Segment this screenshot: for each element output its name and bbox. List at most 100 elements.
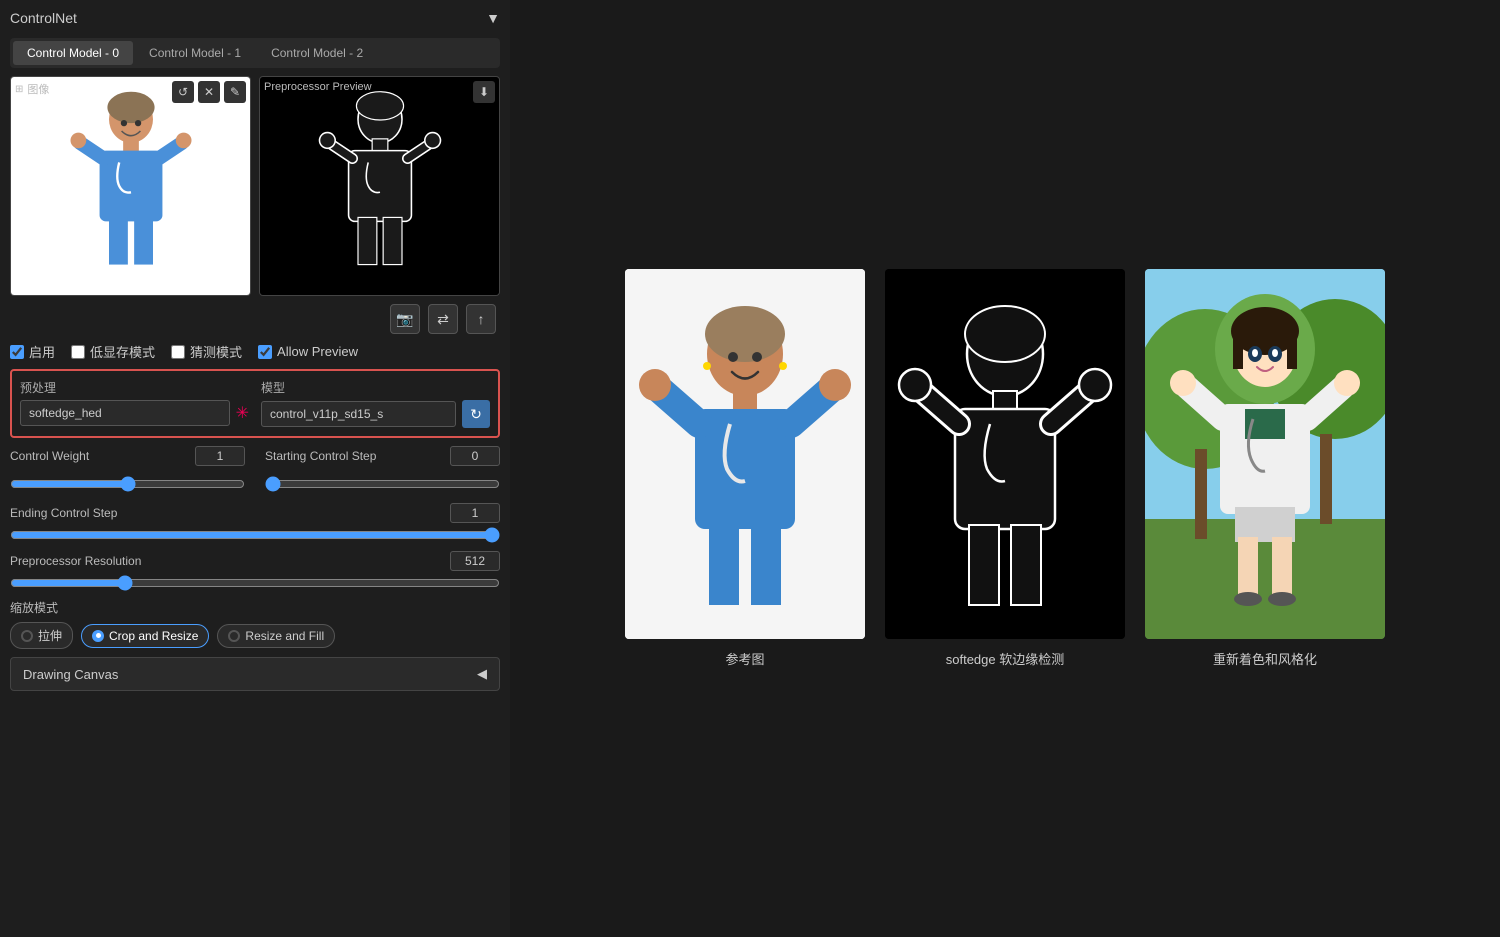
model-refresh-btn[interactable]: ↻ — [462, 400, 490, 428]
control-weight-slider[interactable] — [10, 476, 245, 492]
model-tabs: Control Model - 0 Control Model - 1 Cont… — [10, 38, 500, 68]
ending-step-row: Ending Control Step 1 — [10, 503, 500, 543]
anime-image-container — [1145, 269, 1385, 639]
sliders-section: Control Weight 1 Starting Control Step 0 — [10, 446, 500, 591]
preprocessor-col: 预处理 softedge_hed ✳ — [20, 379, 249, 428]
enable-checkbox[interactable]: 启用 — [10, 342, 55, 361]
stretch-label: 拉伸 — [38, 627, 62, 644]
tab-control-model-1[interactable]: Control Model - 1 — [135, 41, 255, 65]
starting-step-value: 0 — [450, 446, 500, 466]
softedge-image-container — [885, 269, 1125, 639]
drawing-canvas-label: Drawing Canvas — [23, 667, 118, 682]
low-vram-label: 低显存模式 — [90, 342, 155, 361]
resize-fill-label: Resize and Fill — [245, 629, 324, 643]
starting-step-slider-container — [265, 476, 500, 495]
ref-image — [625, 269, 865, 639]
scale-mode-section: 缩放模式 拉伸 Crop and Resize Resize and Fill — [10, 599, 500, 649]
camera-tool-btn[interactable]: 📷 — [390, 304, 420, 334]
image-label-text: 图像 — [27, 81, 49, 97]
resolution-header: Preprocessor Resolution 512 — [10, 551, 500, 571]
preprocessor-star-btn[interactable]: ✳ — [236, 403, 249, 423]
control-weight-slider-container — [10, 476, 245, 495]
ending-step-value: 1 — [450, 503, 500, 523]
guess-mode-input[interactable] — [171, 345, 185, 359]
refresh-image-btn[interactable]: ↺ — [172, 81, 194, 103]
allow-preview-checkbox[interactable]: Allow Preview — [258, 344, 358, 359]
image-gallery: 参考图 — [625, 269, 1385, 668]
ref-image-container — [625, 269, 865, 639]
preprocessor-preview-box[interactable]: Preprocessor Preview ⬇ — [259, 76, 500, 296]
tab-control-model-0[interactable]: Control Model - 0 — [13, 41, 133, 65]
scale-crop-resize-btn[interactable]: Crop and Resize — [81, 624, 209, 648]
panel-title: ControlNet — [10, 10, 77, 26]
starting-step-header: Starting Control Step 0 — [265, 446, 500, 466]
model-select[interactable]: control_v11p_sd15_s — [261, 401, 456, 427]
upload-tool-btn[interactable]: ↑ — [466, 304, 496, 334]
input-image-box[interactable]: ⊞ 图像 ↺ ✕ ✎ — [10, 76, 251, 296]
low-vram-checkbox[interactable]: 低显存模式 — [71, 342, 155, 361]
preprocessor-image-display — [260, 77, 499, 295]
model-input-row: control_v11p_sd15_s ↻ — [261, 400, 490, 428]
crop-resize-label: Crop and Resize — [109, 629, 198, 643]
preprocessor-model-section: 预处理 softedge_hed ✳ 模型 control_v11p_sd15_… — [10, 369, 500, 438]
resolution-label: Preprocessor Resolution — [10, 554, 141, 568]
collapse-icon[interactable]: ▼ — [486, 10, 500, 26]
low-vram-input[interactable] — [71, 345, 85, 359]
input-image-display — [11, 77, 250, 295]
starting-step-col: Starting Control Step 0 — [265, 446, 500, 466]
model-col-label: 模型 — [261, 379, 490, 396]
allow-preview-label: Allow Preview — [277, 344, 358, 359]
resolution-value: 512 — [450, 551, 500, 571]
pm-row: 预处理 softedge_hed ✳ 模型 control_v11p_sd15_… — [20, 379, 490, 428]
image-icon: ⊞ — [15, 84, 23, 95]
resize-fill-radio-dot — [228, 630, 240, 642]
close-image-btn[interactable]: ✕ — [198, 81, 220, 103]
scale-mode-label: 缩放模式 — [10, 599, 500, 616]
enable-label: 启用 — [29, 342, 55, 361]
weight-start-row: Control Weight 1 Starting Control Step 0 — [10, 446, 500, 466]
guess-mode-label: 猜测模式 — [190, 342, 242, 361]
guess-mode-checkbox[interactable]: 猜测模式 — [171, 342, 242, 361]
tab-control-model-2[interactable]: Control Model - 2 — [257, 41, 377, 65]
gallery-item-anime: 重新着色和风格化 — [1145, 269, 1385, 668]
scale-resize-fill-btn[interactable]: Resize and Fill — [217, 624, 335, 648]
control-weight-label: Control Weight — [10, 449, 89, 463]
model-col: 模型 control_v11p_sd15_s ↻ — [261, 379, 490, 428]
anime-image — [1145, 269, 1385, 639]
ending-step-slider[interactable] — [10, 527, 500, 543]
image-row: ⊞ 图像 ↺ ✕ ✎ — [10, 76, 500, 296]
weight-start-sliders — [10, 476, 500, 495]
panel-header: ControlNet ▼ — [10, 10, 500, 26]
control-weight-header: Control Weight 1 — [10, 446, 245, 466]
image-label: ⊞ 图像 — [15, 81, 49, 97]
preprocessor-select[interactable]: softedge_hed — [20, 400, 230, 426]
drawing-canvas-row[interactable]: Drawing Canvas ◀ — [10, 657, 500, 691]
gallery-item-ref: 参考图 — [625, 269, 865, 668]
anime-image-caption: 重新着色和风格化 — [1213, 649, 1317, 668]
swap-tool-btn[interactable]: ⇄ — [428, 304, 458, 334]
controlnet-panel: ControlNet ▼ Control Model - 0 Control M… — [0, 0, 510, 937]
stretch-radio-dot — [21, 630, 33, 642]
scale-stretch-btn[interactable]: 拉伸 — [10, 622, 73, 649]
preprocessor-input-row: softedge_hed ✳ — [20, 400, 249, 426]
crop-resize-radio-dot — [92, 630, 104, 642]
crop-resize-dot-inner — [96, 633, 101, 638]
main-gallery-area: 参考图 — [510, 0, 1500, 937]
tool-row: 📷 ⇄ ↑ — [10, 304, 500, 334]
scale-mode-radio-group: 拉伸 Crop and Resize Resize and Fill — [10, 622, 500, 649]
drawing-canvas-arrow: ◀ — [477, 666, 487, 682]
softedge-image-caption: softedge 软边缘检测 — [946, 649, 1065, 668]
ref-image-caption: 参考图 — [725, 649, 764, 668]
download-preview-btn[interactable]: ⬇ — [473, 81, 495, 103]
allow-preview-input[interactable] — [258, 345, 272, 359]
enable-input[interactable] — [10, 345, 24, 359]
starting-step-slider[interactable] — [265, 476, 500, 492]
preprocessor-label: Preprocessor Preview — [264, 81, 372, 93]
preprocessor-label-text: Preprocessor Preview — [264, 81, 372, 93]
ending-step-label: Ending Control Step — [10, 506, 117, 520]
resolution-slider[interactable] — [10, 575, 500, 591]
image-controls: ↺ ✕ ✎ — [172, 81, 246, 103]
preprocessor-col-label: 预处理 — [20, 379, 249, 396]
resolution-row: Preprocessor Resolution 512 — [10, 551, 500, 591]
edit-image-btn[interactable]: ✎ — [224, 81, 246, 103]
